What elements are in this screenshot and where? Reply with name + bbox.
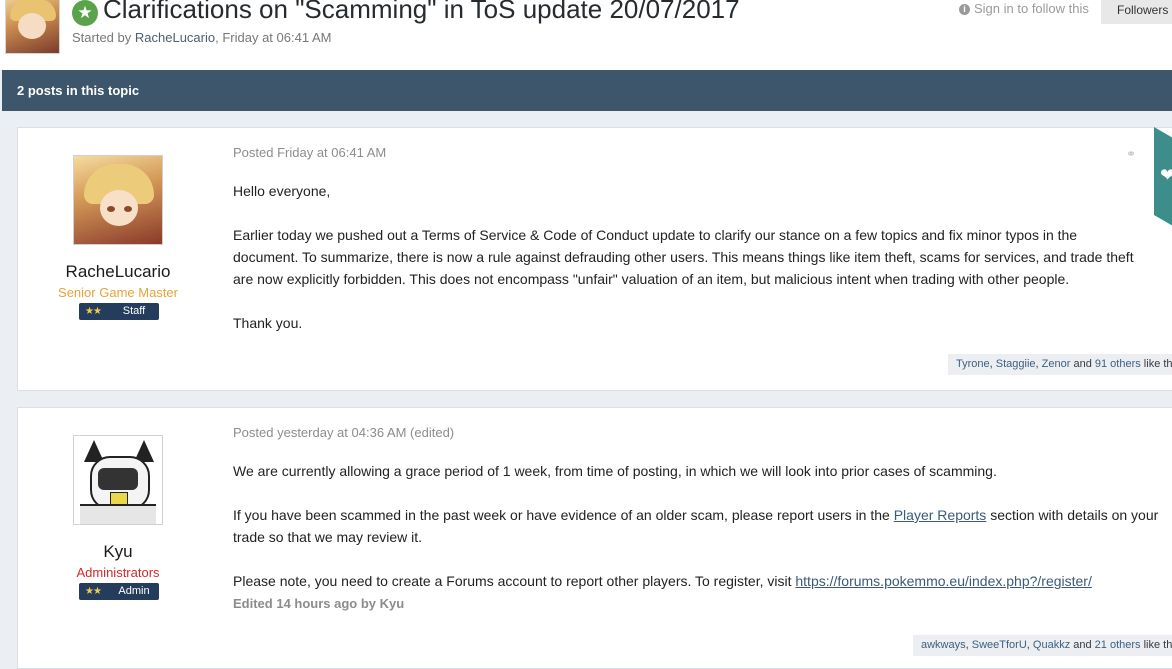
likes-and: and [1070,639,1095,651]
post-paragraph: Earlier today we pushed out a Terms of S… [233,227,1078,243]
username-link[interactable]: Kyu [18,542,218,562]
username-link[interactable]: RacheLucario [18,262,218,282]
badge-label: Staff [122,305,146,317]
register-link[interactable]: https://forums.pokemmo.eu/index.php?/reg… [795,573,1091,589]
player-reports-link[interactable]: Player Reports [894,507,987,523]
post-paragraph: Hello everyone, [233,183,331,199]
sign-in-follow-link[interactable]: i Sign in to follow this [959,1,1089,16]
user-avatar[interactable] [73,435,163,525]
likes-tail: like this [1143,639,1172,651]
star-icon: ★ [72,0,98,26]
share-icon[interactable]: ⚭ [1126,147,1136,161]
post-paragraph: trade so that we may review it. [233,529,423,545]
reactions-summary: Tyrone, Staggiie, Zenor and 91 others li… [948,354,1172,375]
liker-link[interactable]: Tyrone [956,358,990,370]
post-date[interactable]: Posted yesterday at 04:36 AM (edited) [233,425,454,440]
badge-label: Admin [118,585,150,597]
star-icon: ★★ [85,586,102,597]
post: RacheLucario Senior Game Master ★★ Staff… [17,127,1172,391]
post-paragraph: Thank you. [233,315,303,331]
started-by-date: , Friday at 06:41 AM [215,30,332,45]
staff-badge: ★★ Staff [79,303,159,320]
started-by: Started by RacheLucario, Friday at 06:41… [72,30,331,45]
user-avatar[interactable] [73,155,163,245]
paragraph-text: section with details on your [986,507,1159,523]
sign-in-follow-label: Sign in to follow this [974,1,1089,16]
liker-link[interactable]: Zenor [1042,358,1071,370]
paragraph-text: Please note, you need to create a Forums… [233,573,796,589]
liker-link[interactable]: SweeTforU [972,639,1027,651]
post-date[interactable]: Posted Friday at 06:41 AM [233,145,386,160]
heart-icon: ❤ [1160,164,1172,185]
reaction-button[interactable]: ❤ [1154,127,1172,233]
post-paragraph: document. To summarize, there is now a r… [233,249,1134,265]
user-rank: Senior Game Master [58,285,178,300]
paragraph-text: If you have been scammed in the past wee… [233,507,894,523]
likes-tail: like this [1143,358,1172,370]
followers-button[interactable]: Followers [1101,0,1172,24]
post-paragraph: Please note, you need to create a Forums… [233,570,1163,592]
topic-title: Clarifications on "Scamming" in ToS upda… [103,0,740,24]
others-link[interactable]: 91 others [1095,358,1141,370]
topic-header: ★ Clarifications on "Scamming" in ToS up… [0,0,1172,70]
liker-link[interactable]: Staggiie [996,358,1036,370]
started-by-label: Started by [72,30,132,45]
liker-link[interactable]: Quakkz [1033,639,1070,651]
started-by-author-link[interactable]: RacheLucario [135,30,215,45]
post-count-label: 2 posts in this topic [17,83,140,98]
user-rank: Administrators [76,565,160,580]
post-paragraph: We are currently allowing a grace period… [233,463,997,479]
others-link[interactable]: 21 others [1095,639,1141,651]
edited-note: Edited 14 hours ago by Kyu [233,596,405,611]
author-avatar[interactable] [5,0,60,54]
post-paragraph: are now explicitly forbidden. This does … [233,271,1070,287]
liker-link[interactable]: awkways [921,639,966,651]
post: Kyu Administrators ★★ Admin Posted yeste… [17,407,1172,669]
likes-and: and [1070,358,1095,370]
info-icon: i [959,4,970,15]
admin-badge: ★★ Admin [79,583,159,600]
topic-post-count-bar: 2 posts in this topic [2,70,1172,111]
star-icon: ★★ [85,306,102,317]
post-paragraph: If you have been scammed in the past wee… [233,504,1163,526]
